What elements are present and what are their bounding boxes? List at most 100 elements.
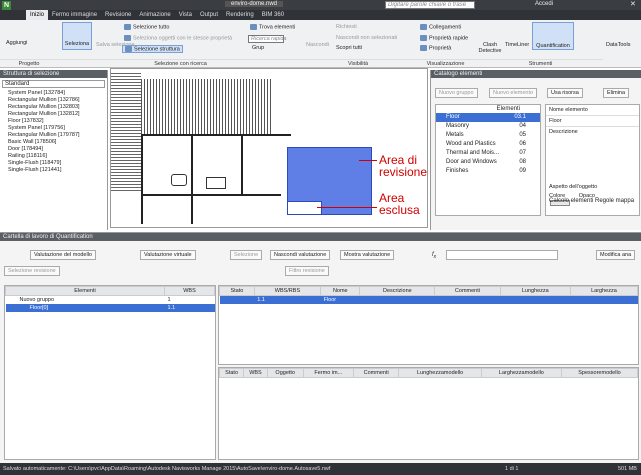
catalog-col-header: Elementi [496, 106, 520, 112]
hide-takeoff-button[interactable]: Nascondi valutazione [270, 250, 331, 260]
datatools-button[interactable]: DataTools [606, 42, 630, 48]
group-row[interactable]: Nuovo gruppo 1 [6, 296, 215, 304]
aggiungi-button[interactable]: Aggiungi [6, 40, 27, 46]
tree-item[interactable]: Rectangular Mullion [132812] [0, 111, 107, 118]
tree-item[interactable]: Door [178494] [0, 146, 107, 153]
delete-button[interactable]: Elimina [603, 88, 630, 98]
timeliner-button[interactable]: TimeLiner [505, 42, 529, 48]
col-header[interactable]: Commenti [434, 286, 501, 296]
col-header[interactable]: Stato [219, 286, 255, 296]
catalog-item[interactable]: Thermal and Mois... 07 [436, 149, 540, 158]
close-window-icon[interactable]: ✕ [630, 0, 636, 8]
tree-item[interactable]: Railing [118116] [0, 153, 107, 160]
group-visualizzazione: Visualizzazione [413, 59, 478, 67]
catalog-item[interactable]: Metals 05 [436, 131, 540, 140]
links-button[interactable]: Collegamenti [420, 24, 461, 30]
quick-find-input[interactable]: Ricerca rapida [248, 35, 286, 43]
takeoff-row[interactable]: 1.1 Floor [219, 295, 638, 304]
properties-icon [420, 45, 427, 51]
col-header[interactable]: Stato [219, 368, 245, 378]
selection-button[interactable]: Selezione [230, 250, 263, 260]
col-header[interactable]: Descrizione [359, 286, 436, 296]
tab-vista[interactable]: Vista [175, 10, 196, 20]
unhide-all-button[interactable]: Scopri tutti [336, 45, 362, 51]
login-link[interactable]: Accedi [535, 1, 553, 7]
select-all-button[interactable]: Selezione tutto [124, 24, 169, 30]
tree-item[interactable]: Single-Flush [121441] [0, 167, 107, 174]
virtual-takeoff-button[interactable]: Valutazione virtuale [140, 250, 196, 260]
col-header[interactable]: Commenti [352, 368, 400, 378]
use-resource-button[interactable]: Usa risorsa [547, 88, 583, 98]
catalog-list: Elementi Floor 03.1 Masonry 04 Metals 05 Wood … [435, 104, 541, 216]
tree-item[interactable]: Basic Wall [178506] [0, 139, 107, 146]
model-viewport[interactable]: Area di revisione Area esclusa [110, 68, 428, 228]
catalog-item-name: Metals [446, 132, 464, 138]
required-button[interactable]: Richiesti [336, 24, 357, 30]
select-same-button[interactable]: Seleziona oggetti con le stesse propriet… [124, 35, 232, 41]
excluded-area[interactable] [287, 201, 322, 215]
col-header[interactable]: Lunghezza [499, 286, 571, 296]
catalog-item-code: 03.1 [514, 114, 526, 120]
catalog-item-name: Wood and Plastics [446, 141, 496, 147]
calc-tab[interactable]: Calcolo elementi [549, 198, 593, 204]
selection-tree-title: Struttura di selezione [0, 70, 107, 78]
select-revision-button[interactable]: Selezione revisione [4, 266, 60, 276]
tab-fermo[interactable]: Fermo immagine [48, 10, 101, 20]
tab-output[interactable]: Output [196, 10, 222, 20]
item-row-selected[interactable]: Floor[0] 1.1 [5, 303, 215, 312]
hide-button[interactable]: Nascondi [306, 42, 329, 48]
app-logo[interactable]: N [2, 1, 11, 10]
col-header[interactable]: Oggetto [266, 368, 304, 378]
tab-animazione[interactable]: Animazione [135, 10, 174, 20]
tree-item[interactable]: System Panel [179756] [0, 125, 107, 132]
filter-revision-button[interactable]: Filtro revisione [285, 266, 329, 276]
clash-detective-button[interactable]: Clash Detective [478, 42, 502, 54]
quick-props-button[interactable]: Proprietà rapide [420, 35, 468, 41]
new-group-button[interactable]: Nuovo gruppo [435, 88, 478, 98]
col-header[interactable]: Spessoremodello [561, 368, 638, 378]
show-takeoff-button[interactable]: Mostra valutazione [340, 250, 395, 260]
item-name-value[interactable]: Floor [546, 116, 639, 127]
catalog-item[interactable]: Wood and Plastics 06 [436, 140, 540, 149]
catalog-item[interactable]: Finishes 09 [436, 167, 540, 176]
quantification-button[interactable]: Quantification [532, 22, 574, 50]
catalog-item[interactable]: Masonry 04 [436, 122, 540, 131]
tab-inizio[interactable]: Inizio [26, 10, 49, 20]
col-header[interactable]: Larghezza [569, 286, 638, 296]
mapping-rules-tab[interactable]: Regole mappa [595, 198, 634, 204]
tab-revisione[interactable]: Revisione [101, 10, 135, 20]
tree-item[interactable]: Single-Flush [118479] [0, 160, 107, 167]
col-header[interactable]: Fermo im... [302, 368, 354, 378]
select-tree-button[interactable]: Selezione struttura [122, 45, 183, 54]
group-strumenti: Strumenti [478, 59, 603, 67]
col-header[interactable]: Lunghezzamodello [398, 368, 482, 378]
formula-input[interactable] [446, 250, 558, 260]
tab-rendering[interactable]: Rendering [222, 10, 258, 20]
properties-button[interactable]: Proprietà [420, 45, 451, 51]
hide-unselected-button[interactable]: Nascondi non selezionati [336, 35, 397, 41]
catalog-title: Catalogo elementi [431, 70, 641, 78]
sets-button[interactable]: Grup [252, 45, 264, 51]
tree-item[interactable]: Floor [137832] [0, 118, 107, 125]
col-header[interactable]: WBS [243, 368, 268, 378]
tab-bim360[interactable]: BIM 360 [258, 10, 288, 20]
excluded-area-label: Area esclusa [379, 191, 420, 217]
tree-item[interactable]: Rectangular Mullion [132803] [0, 104, 107, 111]
model-takeoff-button[interactable]: Valutazione del modello [30, 250, 96, 260]
col-header[interactable]: Larghezzamodello [480, 368, 563, 378]
search-input[interactable]: Digitare parole chiave o frase [385, 1, 475, 9]
tree-mode-dropdown[interactable]: Standard [2, 80, 105, 88]
catalog-item[interactable]: Floor 03.1 [436, 113, 540, 122]
catalog-item[interactable]: Door and Windows 08 [436, 158, 540, 167]
fixture [171, 174, 187, 186]
new-item-button[interactable]: Nuovo elemento [489, 88, 538, 98]
modify-button[interactable]: Modifica ana [596, 250, 636, 260]
tree-item[interactable]: System Panel [132784] [0, 90, 107, 97]
col-header[interactable]: Nome [320, 286, 361, 296]
tree-item[interactable]: Rectangular Mullion [132786] [0, 97, 107, 104]
wall [141, 194, 281, 196]
col-header[interactable]: WBS/RBS [253, 286, 322, 296]
seleziona-button[interactable]: Seleziona [62, 22, 92, 50]
tree-item[interactable]: Rectangular Mullion [179787] [0, 132, 107, 139]
find-items-button[interactable]: Trova elementi [250, 24, 295, 30]
